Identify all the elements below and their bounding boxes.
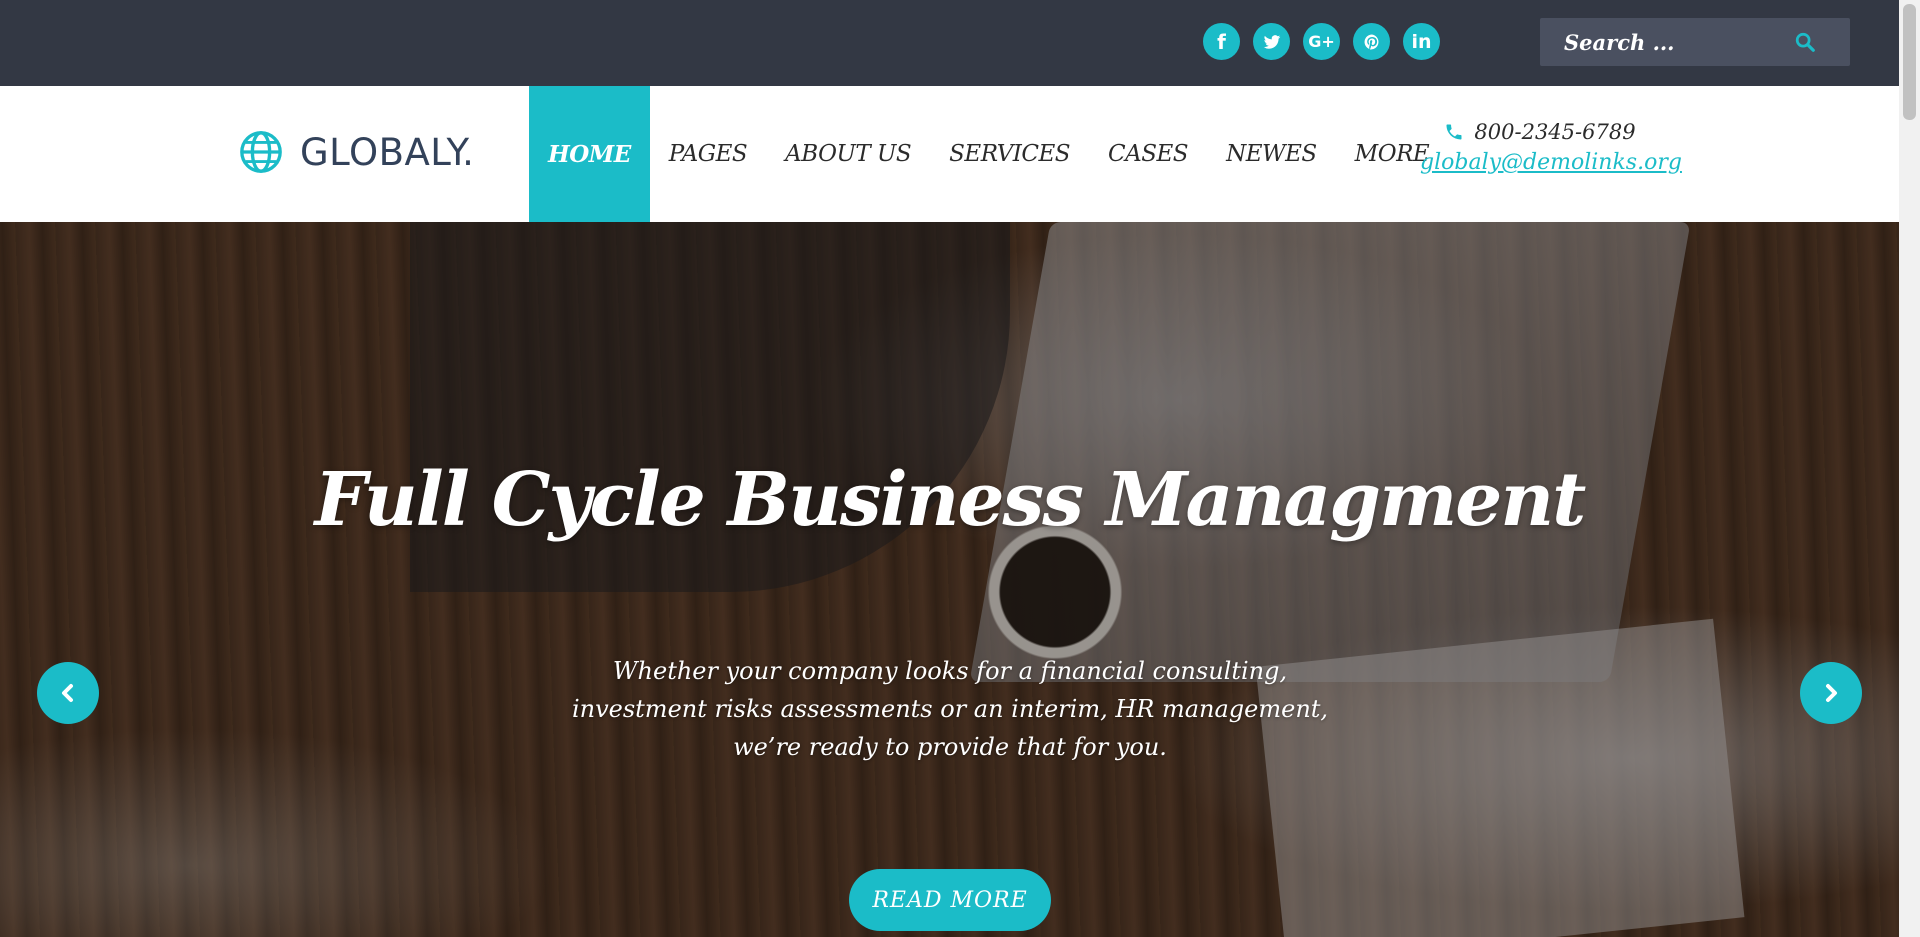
slider-prev-button[interactable] (37, 662, 99, 724)
slider-next-button[interactable] (1800, 662, 1862, 724)
twitter-bird-shape (1263, 34, 1280, 49)
linkedin-icon[interactable]: in (1403, 23, 1440, 60)
pinterest-p-shape (1364, 34, 1378, 50)
search-input[interactable] (1540, 18, 1790, 66)
nav-item-newes[interactable]: NEWES (1207, 86, 1336, 222)
phone-number[interactable]: 800-2345-6789 (1474, 120, 1635, 144)
chevron-right-icon (1826, 684, 1837, 702)
nav-item-pages[interactable]: PAGES (650, 86, 766, 222)
hero-title: Full Cycle Business Managment (314, 457, 1587, 543)
hero-slider: Full Cycle Business Managment Whether yo… (0, 222, 1899, 937)
nav-item-cases[interactable]: CASES (1089, 86, 1207, 222)
facebook-label: f (1217, 29, 1226, 54)
chevron-left-icon (62, 684, 73, 702)
contact-info: 800-2345-6789 globaly@demolinks.org (1420, 120, 1682, 175)
top-bar: f G+ in (0, 0, 1899, 86)
email-link[interactable]: globaly@demolinks.org (1420, 150, 1682, 175)
nav-item-home[interactable]: HOME (529, 86, 650, 222)
hero-description: Whether your company looks for a financi… (571, 657, 1329, 761)
pinterest-icon[interactable] (1353, 23, 1390, 60)
google-plus-icon[interactable]: G+ (1303, 23, 1340, 60)
facebook-icon[interactable]: f (1203, 23, 1240, 60)
phone-icon (1446, 124, 1462, 140)
twitter-icon[interactable] (1253, 23, 1290, 60)
read-more-button[interactable]: READ MORE (849, 869, 1051, 931)
logo-text: GLOBALY. (300, 130, 475, 174)
nav-item-about-us[interactable]: ABOUT US (766, 86, 930, 222)
scrollbar-thumb[interactable] (1903, 4, 1916, 120)
google-plus-label: G+ (1308, 32, 1335, 51)
page-scrollbar[interactable] (1899, 0, 1920, 937)
site-header: GLOBALY. HOME PAGES ABOUT US SERVICES CA… (0, 86, 1899, 222)
globe-icon (240, 131, 282, 173)
search-icon[interactable] (1794, 31, 1816, 53)
logo[interactable]: GLOBALY. (238, 129, 474, 175)
linkedin-label: in (1411, 30, 1432, 53)
hero-overlay (0, 222, 1899, 937)
nav-item-services[interactable]: SERVICES (930, 86, 1089, 222)
search-box (1540, 18, 1850, 66)
phone-line: 800-2345-6789 (1420, 120, 1660, 144)
main-nav: HOME PAGES ABOUT US SERVICES CASES NEWES… (529, 86, 1448, 222)
